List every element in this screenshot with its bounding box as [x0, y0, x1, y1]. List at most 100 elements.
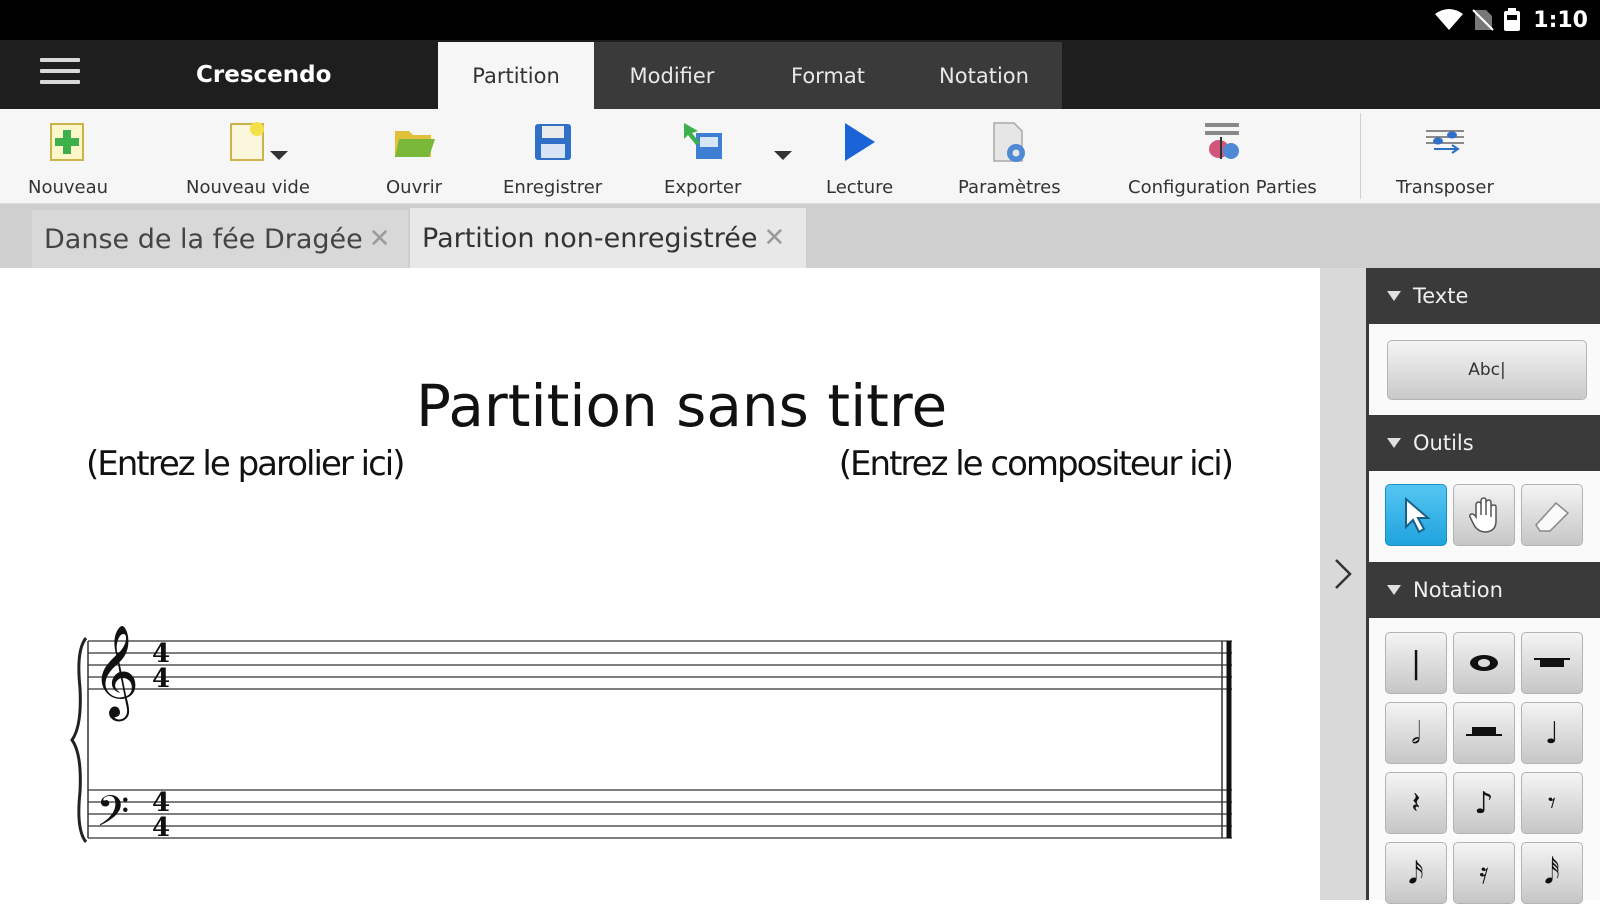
- bass-staff-lines: [88, 789, 1232, 839]
- whole-note-button[interactable]: [1453, 632, 1515, 694]
- transpose-button[interactable]: Transposer: [1396, 119, 1494, 201]
- export-dropdown-arrow[interactable]: [774, 151, 792, 160]
- app-title-bar: Crescendo Partition Modifier Format Nota…: [0, 40, 1600, 109]
- bass-clef-icon: 𝄢: [96, 787, 129, 847]
- quarter-note-icon: ♩: [1544, 715, 1560, 751]
- close-tab-icon[interactable]: ✕: [369, 224, 391, 254]
- parts-config-icon: [1205, 123, 1240, 159]
- tab-notation[interactable]: Notation: [906, 42, 1062, 109]
- outils-section-header[interactable]: Outils: [1369, 415, 1600, 471]
- menu-icon-line: [40, 58, 80, 62]
- toolbar-separator: [1360, 113, 1361, 199]
- play-icon: [844, 123, 875, 161]
- texte-section-header[interactable]: Texte: [1369, 268, 1600, 324]
- doc-tab-unsaved[interactable]: Partition non-enregistrée ✕: [410, 208, 806, 268]
- hand-tool-button[interactable]: [1453, 484, 1515, 546]
- whole-note-icon: [1470, 655, 1498, 671]
- no-sim-icon: [1472, 9, 1494, 31]
- notation-section-header[interactable]: Notation: [1369, 562, 1600, 618]
- time-sig-bass-bottom: 4: [152, 813, 170, 843]
- settings-button-label: Paramètres: [958, 177, 1061, 198]
- eighth-note-button[interactable]: ♪: [1453, 772, 1515, 834]
- open-folder-icon: [395, 131, 436, 157]
- quarter-rest-icon: 𝄽: [1411, 785, 1421, 821]
- doc-tab-label: Partition non-enregistrée: [422, 222, 758, 254]
- save-button-label: Enregistrer: [503, 177, 603, 198]
- select-arrow-icon: [1405, 496, 1431, 534]
- document-tabs: Danse de la fée Dragée ✕ Partition non-e…: [0, 204, 1600, 268]
- new-dropdown-arrow[interactable]: [270, 151, 288, 160]
- text-tool-button[interactable]: Abc|: [1387, 340, 1587, 400]
- ribbon-toolbar: Nouveau Nouveau vide Ouvrir Enregistrer …: [0, 109, 1600, 204]
- eighth-rest-button[interactable]: 𝄾: [1521, 772, 1583, 834]
- half-note-button[interactable]: 𝅗𝅥: [1385, 702, 1447, 764]
- grand-staff-brace: [70, 637, 88, 843]
- section-title: Notation: [1413, 578, 1503, 602]
- new-blank-button[interactable]: Nouveau vide: [186, 119, 310, 201]
- play-button[interactable]: Lecture: [826, 119, 893, 201]
- status-bar: 1:10: [0, 0, 1600, 40]
- half-rest-button[interactable]: [1453, 702, 1515, 764]
- barline-icon: |: [1410, 645, 1422, 681]
- collapse-triangle-icon: [1387, 291, 1401, 301]
- ribbon-tabs: Partition Modifier Format Notation: [438, 42, 1062, 109]
- whole-rest-icon: [1534, 658, 1570, 667]
- new-blank-button-label: Nouveau vide: [186, 177, 310, 198]
- sixteenth-note-icon: 𝅘𝅥𝅯: [1408, 855, 1424, 891]
- grand-staff[interactable]: 𝄞 𝄢 4 4 4 4: [0, 268, 1320, 900]
- export-button-label: Exporter: [664, 177, 742, 198]
- transpose-button-label: Transposer: [1396, 177, 1494, 198]
- treble-clef-icon: 𝄞: [92, 624, 139, 721]
- half-note-icon: 𝅗𝅥: [1411, 715, 1421, 751]
- export-icon: [683, 123, 722, 159]
- tool-panel: Texte Abc| Outils Notation | 𝅗𝅥 ♩ 𝄽 ♪ 𝄾: [1366, 268, 1600, 904]
- barline-button[interactable]: |: [1385, 632, 1447, 694]
- play-button-label: Lecture: [826, 177, 894, 198]
- eighth-rest-icon: 𝄾: [1548, 785, 1556, 821]
- app-title: Crescendo: [196, 62, 332, 88]
- score-canvas[interactable]: Partition sans titre (Entrez le parolier…: [0, 268, 1320, 900]
- collapse-triangle-icon: [1387, 438, 1401, 448]
- tab-format[interactable]: Format: [750, 42, 906, 109]
- tab-partition[interactable]: Partition: [438, 42, 594, 109]
- save-button[interactable]: Enregistrer: [503, 119, 602, 201]
- export-button[interactable]: Exporter: [664, 119, 741, 201]
- thirtysecond-note-icon: 𝅘𝅥𝅰: [1544, 855, 1560, 891]
- save-disk-icon: [534, 124, 571, 160]
- section-title: Outils: [1413, 431, 1474, 455]
- status-clock: 1:10: [1533, 8, 1588, 33]
- panel-splitter[interactable]: [1320, 268, 1366, 900]
- thirtysecond-note-button[interactable]: 𝅘𝅥𝅰: [1521, 842, 1583, 904]
- parts-config-button[interactable]: Configuration Parties: [1128, 119, 1317, 201]
- menu-icon-line: [40, 69, 80, 73]
- quarter-rest-button[interactable]: 𝄽: [1385, 772, 1447, 834]
- menu-icon-line: [40, 80, 80, 84]
- eighth-note-icon: ♪: [1474, 785, 1494, 821]
- open-button[interactable]: Ouvrir: [386, 119, 442, 201]
- eraser-tool-button[interactable]: [1521, 484, 1583, 546]
- treble-staff-lines: [88, 640, 1232, 690]
- quarter-note-button[interactable]: ♩: [1521, 702, 1583, 764]
- hand-icon: [1469, 497, 1497, 533]
- collapse-triangle-icon: [1387, 585, 1401, 595]
- time-sig-treble-bottom: 4: [152, 664, 170, 694]
- section-title: Texte: [1413, 284, 1469, 308]
- transpose-icon: [1425, 130, 1464, 154]
- half-rest-icon: [1466, 727, 1502, 736]
- parts-config-button-label: Configuration Parties: [1128, 177, 1317, 198]
- tab-modifier[interactable]: Modifier: [594, 42, 750, 109]
- whole-rest-button[interactable]: [1521, 632, 1583, 694]
- chevron-right-icon[interactable]: [1320, 554, 1366, 594]
- sixteenth-rest-button[interactable]: 𝄿: [1453, 842, 1515, 904]
- settings-button[interactable]: Paramètres: [958, 119, 1061, 201]
- doc-tab-danse[interactable]: Danse de la fée Dragée ✕: [32, 210, 408, 268]
- select-tool-button[interactable]: [1385, 484, 1447, 546]
- sixteenth-rest-icon: 𝄿: [1479, 855, 1489, 891]
- blank-document-icon: [229, 122, 264, 161]
- eraser-icon: [1535, 501, 1570, 532]
- sixteenth-note-button[interactable]: 𝅘𝅥𝅯: [1385, 842, 1447, 904]
- new-button[interactable]: Nouveau: [28, 119, 108, 201]
- hamburger-menu-button[interactable]: [40, 58, 80, 92]
- close-tab-icon[interactable]: ✕: [763, 223, 785, 253]
- settings-document-icon: [993, 122, 1026, 162]
